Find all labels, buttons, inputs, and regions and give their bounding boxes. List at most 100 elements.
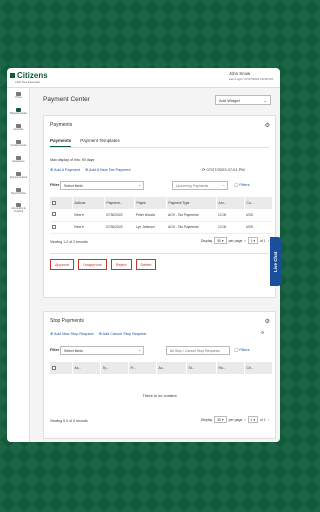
filter-fields-select[interactable]: Select fields ⌄ (60, 181, 144, 190)
column-header[interactable]: Payment Type (166, 197, 217, 209)
max-display-text: Max display of info: 90 days (50, 158, 95, 162)
empty-state-text: There is no content (142, 393, 177, 398)
reject-button[interactable]: Reject (110, 259, 132, 270)
page-select[interactable]: 1 ▾ (247, 237, 258, 244)
unapprove-button[interactable]: Unapprove (78, 259, 107, 270)
sidebar-item-accounting[interactable]: Accounting & Invoicing (7, 200, 30, 216)
column-header[interactable]: Ac... (156, 362, 187, 374)
pager-text: Viewing 0-0 of 0 records (50, 419, 88, 423)
amount: 12.00 (216, 209, 244, 222)
tab-payment-templates[interactable]: Payment Templates (80, 138, 119, 147)
sidebar-item-approve[interactable]: Approve & Send (7, 168, 30, 184)
row-action[interactable]: View ▾ (72, 221, 104, 234)
add-stop-label: Add New Stop Request (54, 332, 94, 336)
pager-controls: Display 50 ▾ per page ‹ 1 ▾ of 1 › (201, 416, 269, 423)
select-all-header[interactable] (50, 197, 73, 209)
table-row[interactable]: View ▾ 07/30/2023 Lyn Johnson ACH - Tax … (50, 221, 272, 234)
refresh-icon: ⟳ (202, 167, 206, 172)
filters-label: Filters (239, 183, 250, 187)
sidebar-item-home[interactable]: Home (7, 88, 30, 104)
column-header[interactable]: Payment... (104, 197, 135, 209)
prev-page-button[interactable]: ‹ (244, 418, 245, 422)
add-widget-select[interactable]: Add Widget ⌄ (215, 95, 271, 105)
select-all-checkbox[interactable] (52, 200, 56, 205)
table-row[interactable]: View ▾ 07/30/2023 Peter Woods ACH - Tax … (50, 209, 272, 222)
column-header[interactable]: Fr... (128, 362, 157, 374)
brand-logo[interactable]: Citizens (10, 71, 48, 80)
payment-links: ⊕ Add A Payment ⊕ Add A New Tax Payment (50, 167, 131, 172)
sidebar: Home Payment Center Accounts Contact Cen… (7, 88, 30, 442)
gear-icon[interactable]: ⚙ (265, 318, 270, 325)
refresh-time: 07/27/2023 07:01 PM (206, 167, 245, 172)
add-cancel-stop-link[interactable]: ⊕ Add Cancel Stop Request (99, 331, 147, 336)
row-checkbox[interactable] (52, 212, 56, 217)
per-page-label: per page (228, 417, 243, 422)
sidebar-item-accounts[interactable]: Accounts (7, 120, 30, 136)
filter-fields-select[interactable]: Select fields ⌄ (60, 346, 144, 355)
column-header[interactable]: Ac... (72, 362, 101, 374)
refresh-icon[interactable]: ⟳ (261, 330, 264, 335)
approve-button[interactable]: Approve (50, 259, 75, 270)
filters-link[interactable]: ◯ Filters (234, 347, 250, 352)
gear-icon[interactable]: ⚙ (265, 122, 270, 129)
column-header[interactable]: Am... (216, 197, 245, 209)
page-size-select[interactable]: 50 ▾ (214, 416, 227, 423)
sidebar-item-label: Employees (12, 160, 25, 164)
display-label: Display (200, 417, 213, 422)
payments-title: Payments (50, 122, 73, 128)
table-header-row: Ac... Ty... Fr... Ac... St... Ra... Ch..… (50, 362, 273, 374)
payee: Peter Woods (134, 209, 166, 222)
payment-type: ACH - Tax Payments (166, 221, 216, 234)
payment-type-select[interactable]: Upcoming Payments ⌄ (172, 181, 228, 190)
prev-page-button[interactable]: ‹ (244, 239, 245, 243)
filters-link[interactable]: ◯ Filters (234, 182, 250, 187)
refresh-timestamp[interactable]: ⟳ 07/27/2023 07:01 PM (202, 167, 245, 172)
stop-type-select[interactable]: All Stop / Cancel Stop Requests (166, 346, 230, 355)
tab-payments[interactable]: Payments (50, 138, 72, 147)
page-select[interactable]: 1 ▾ (247, 416, 258, 423)
page-value: 1 (250, 418, 253, 422)
stop-type-value: All Stop / Cancel Stop Requests (170, 349, 220, 353)
column-header[interactable]: Payee (134, 197, 167, 209)
action-label: View (74, 212, 82, 217)
table-header-row: Actions Payment... Payee Payment Type Am… (50, 197, 273, 209)
payments-table: Actions Payment... Payee Payment Type Am… (50, 197, 273, 234)
page-size-select[interactable]: 50 ▾ (214, 237, 227, 244)
sidebar-item-payment-center[interactable]: Payment Center (7, 104, 30, 120)
app-window: Citizens Cash Flow Essentials John Snow … (7, 68, 280, 442)
column-header[interactable]: Ty... (100, 362, 129, 374)
select-all-checkbox[interactable] (52, 365, 56, 370)
next-page-button[interactable]: › (268, 418, 269, 422)
action-label: View (74, 225, 82, 229)
sidebar-item-contact-center[interactable]: Contact Center (7, 136, 30, 152)
next-page-button[interactable]: › (268, 239, 269, 243)
column-header[interactable]: St... (186, 362, 217, 374)
add-stop-request-link[interactable]: ⊕ Add New Stop Request (50, 331, 94, 336)
sidebar-item-label: Home (15, 96, 22, 100)
citizens-logo-icon (10, 73, 15, 78)
payments-panel: Payments ⚙ Payments Payment Templates Ma… (43, 115, 276, 298)
filter-placeholder: Select fields (64, 349, 83, 353)
row-action[interactable]: View ▾ (72, 209, 104, 222)
page-size-value: 50 (217, 418, 221, 422)
sidebar-item-label: Payment Center (9, 112, 28, 116)
add-payment-link[interactable]: ⊕ Add A Payment (50, 167, 80, 172)
column-header[interactable]: Ch... (244, 362, 273, 374)
payments-pager: Viewing 1-2 of 2 records Display 50 ▾ pe… (50, 237, 269, 247)
sidebar-item-payroll[interactable]: Payroll Online (7, 184, 30, 200)
live-chat-button[interactable]: Live Chat (270, 237, 281, 286)
select-all-header[interactable] (50, 362, 73, 374)
column-header[interactable]: Cu... (244, 197, 273, 209)
page-value: 1 (250, 239, 253, 243)
row-checkbox[interactable] (52, 224, 56, 229)
page-title: Payment Center (43, 96, 90, 103)
column-header[interactable]: Actions (72, 197, 105, 209)
brand-tagline: Cash Flow Essentials (15, 81, 40, 84)
column-header[interactable]: Ra... (216, 362, 245, 374)
delete-button[interactable]: Delete (135, 259, 157, 270)
filters-label: Filters (239, 348, 250, 352)
payment-date: 07/30/2023 (104, 209, 134, 222)
user-info[interactable]: John Snow Last Login: 07/27/2023 09:36 P… (229, 71, 273, 81)
add-tax-payment-link[interactable]: ⊕ Add A New Tax Payment (85, 167, 131, 172)
sidebar-item-employees[interactable]: Employees (7, 152, 30, 168)
